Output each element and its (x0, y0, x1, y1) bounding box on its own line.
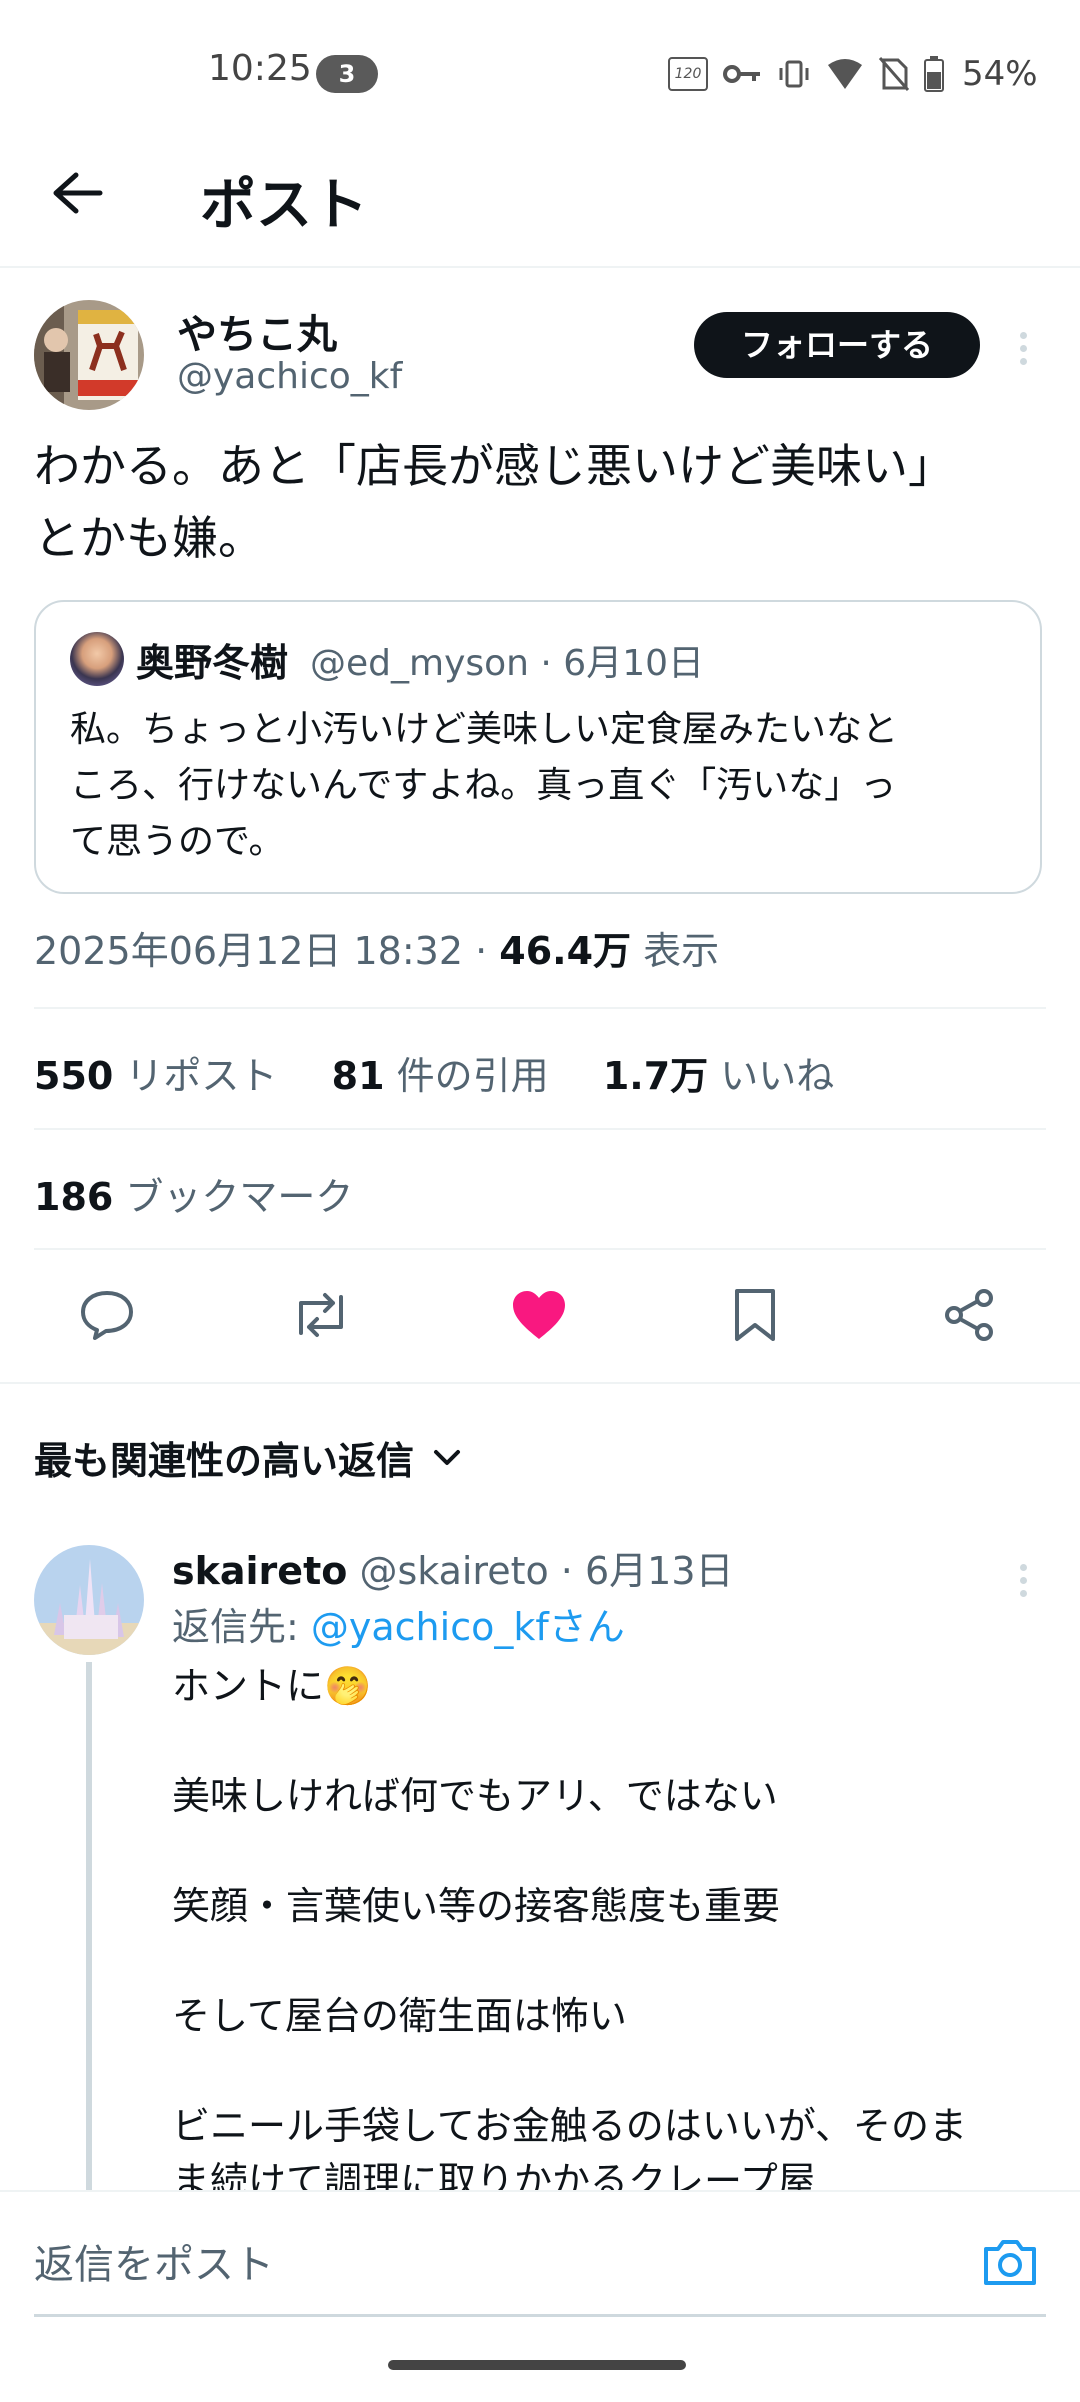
more-dot (1019, 1589, 1027, 1597)
bookmark-icon (735, 1289, 775, 1341)
reply-text-line: 笑顔・言葉使い等の接客態度も重要 (172, 1884, 781, 1928)
like-button[interactable] (504, 1280, 574, 1350)
divider (0, 1382, 1080, 1384)
reply-compose-bar: 返信をポスト (0, 2190, 1080, 2402)
author-display-name[interactable]: やちこ丸 (177, 302, 337, 360)
battery-percent: 54% (962, 54, 1038, 94)
quoted-text: 私。ちょっと小汚いけど美味しい定食屋みたいなと ころ、行けないんですよね。真っ直… (70, 702, 1010, 870)
thread-line (86, 1662, 92, 2192)
timestamp: 2025年06月12日 18:32 (34, 929, 464, 973)
home-indicator[interactable] (388, 2360, 686, 2370)
likes-stat[interactable]: 1.7万 いいね (603, 1054, 834, 1098)
post-text: わかる。あと「店長が感じ悪いけど美味い」 とかも嫌。 (34, 430, 1034, 574)
no-sim-icon (878, 57, 910, 91)
quoted-author-avatar (70, 632, 124, 686)
divider (34, 1248, 1046, 1250)
quoted-text-line: ころ、行けないんですよね。真っ直ぐ「汚いな」っ (70, 765, 897, 806)
repost-label: リポスト (125, 1054, 278, 1098)
divider (34, 1007, 1046, 1009)
like-label: いいね (720, 1054, 835, 1098)
view-label: 表示 (643, 929, 720, 973)
separator: · (463, 929, 500, 973)
camera-icon (984, 2240, 1036, 2285)
reply-text-line: 美味しければ何でもアリ、ではない (172, 1774, 778, 1818)
share-icon (945, 1289, 993, 1341)
status-icons: 120 54% (668, 52, 1038, 96)
quote-label: 件の引用 (396, 1054, 549, 1098)
chevron-down-icon (434, 1449, 461, 1465)
notification-count-badge: 3 (316, 55, 378, 93)
author-avatar[interactable] (34, 300, 144, 410)
reply-text-line: ホントに🤭 (172, 1664, 372, 1708)
repost-button[interactable] (286, 1280, 356, 1350)
more-dot (1019, 1576, 1027, 1584)
reply-text-line: そして屋台の衛生面は怖い (172, 1994, 627, 2038)
camera-button[interactable] (980, 2232, 1040, 2292)
more-dot (1019, 331, 1027, 339)
avatar-image (34, 1545, 144, 1655)
repost-count: 550 (34, 1054, 114, 1098)
quote-count: 81 (331, 1054, 385, 1098)
timestamp-row: 2025年06月12日 18:32 · 46.4万 表示 (34, 920, 719, 975)
vpn-key-icon (723, 65, 760, 83)
bookmark-button[interactable] (720, 1280, 790, 1350)
reply-text-line: ビニール手袋してお金触るのはいいが、そのま (172, 2104, 967, 2148)
more-options-button[interactable] (1008, 318, 1038, 378)
quoted-meta: @ed_myson · 6月10日 (310, 643, 705, 684)
avatar-image (34, 300, 144, 410)
bookmarks-stat[interactable]: 186 ブックマーク (34, 1166, 353, 1221)
like-count: 1.7万 (602, 1054, 709, 1098)
reply-compose-input[interactable]: 返信をポスト (34, 2230, 934, 2300)
reply-to-prefix: 返信先: (172, 1605, 311, 1649)
view-count: 46.4万 (499, 929, 632, 973)
compose-underline (34, 2314, 1046, 2317)
header-divider (0, 266, 1080, 268)
bookmark-label: ブックマーク (125, 1175, 354, 1219)
refresh-rate-icon: 120 (668, 57, 708, 91)
engagement-stats: 550 リポスト 81 件の引用 1.7万 いいね (34, 1045, 834, 1100)
reply-button[interactable] (72, 1280, 142, 1350)
reply-sort-dropdown[interactable]: 最も関連性の高い返信 (34, 1430, 462, 1485)
divider (34, 1128, 1046, 1130)
reply-sort-label: 最も関連性の高い返信 (34, 1439, 415, 1483)
share-button[interactable] (934, 1280, 1004, 1350)
follow-button[interactable]: フォローする (694, 312, 980, 378)
page-title: ポスト (200, 173, 368, 238)
heart-filled-icon (513, 1291, 565, 1339)
reply-to-handle-link[interactable]: @yachico_kfさん (311, 1605, 625, 1649)
status-time: 10:25 (208, 48, 312, 89)
reply-header: skaireto @skaireto · 6月13日 (172, 1540, 734, 1595)
more-dot (1019, 344, 1027, 352)
vibrate-icon (779, 60, 809, 88)
reply-meta: @skaireto · 6月13日 (359, 1549, 734, 1593)
reply-more-options-button[interactable] (1008, 1550, 1038, 1610)
repost-icon (299, 1293, 343, 1337)
post-text-line: わかる。あと「店長が感じ悪いけど美味い」 (34, 439, 954, 493)
quoted-author-name: 奥野冬樹 (136, 641, 289, 685)
reposts-stat[interactable]: 550 リポスト (34, 1054, 277, 1098)
battery-icon (924, 56, 944, 92)
quoted-post[interactable]: 奥野冬樹 @ed_myson · 6月10日 私。ちょっと小汚いけど美味しい定食… (34, 600, 1042, 894)
arrow-left-icon (53, 172, 103, 214)
back-button[interactable] (40, 155, 116, 231)
more-dot (1019, 1563, 1027, 1571)
quoted-text-line: て思うので。 (70, 821, 285, 862)
reply-bubble-icon (81, 1291, 133, 1340)
quotes-stat[interactable]: 81 件の引用 (332, 1054, 549, 1098)
post-text-line: とかも嫌。 (34, 511, 264, 565)
reply-author-avatar[interactable] (34, 1545, 144, 1655)
author-handle[interactable]: @yachico_kf (177, 356, 402, 397)
bookmark-count: 186 (34, 1175, 114, 1219)
more-dot (1019, 357, 1027, 365)
reply-to-line: 返信先: @yachico_kfさん (172, 1596, 625, 1651)
reply-author-name[interactable]: skaireto (172, 1549, 347, 1593)
quoted-text-line: 私。ちょっと小汚いけど美味しい定食屋みたいなと (70, 709, 899, 750)
wifi-icon (828, 59, 862, 89)
